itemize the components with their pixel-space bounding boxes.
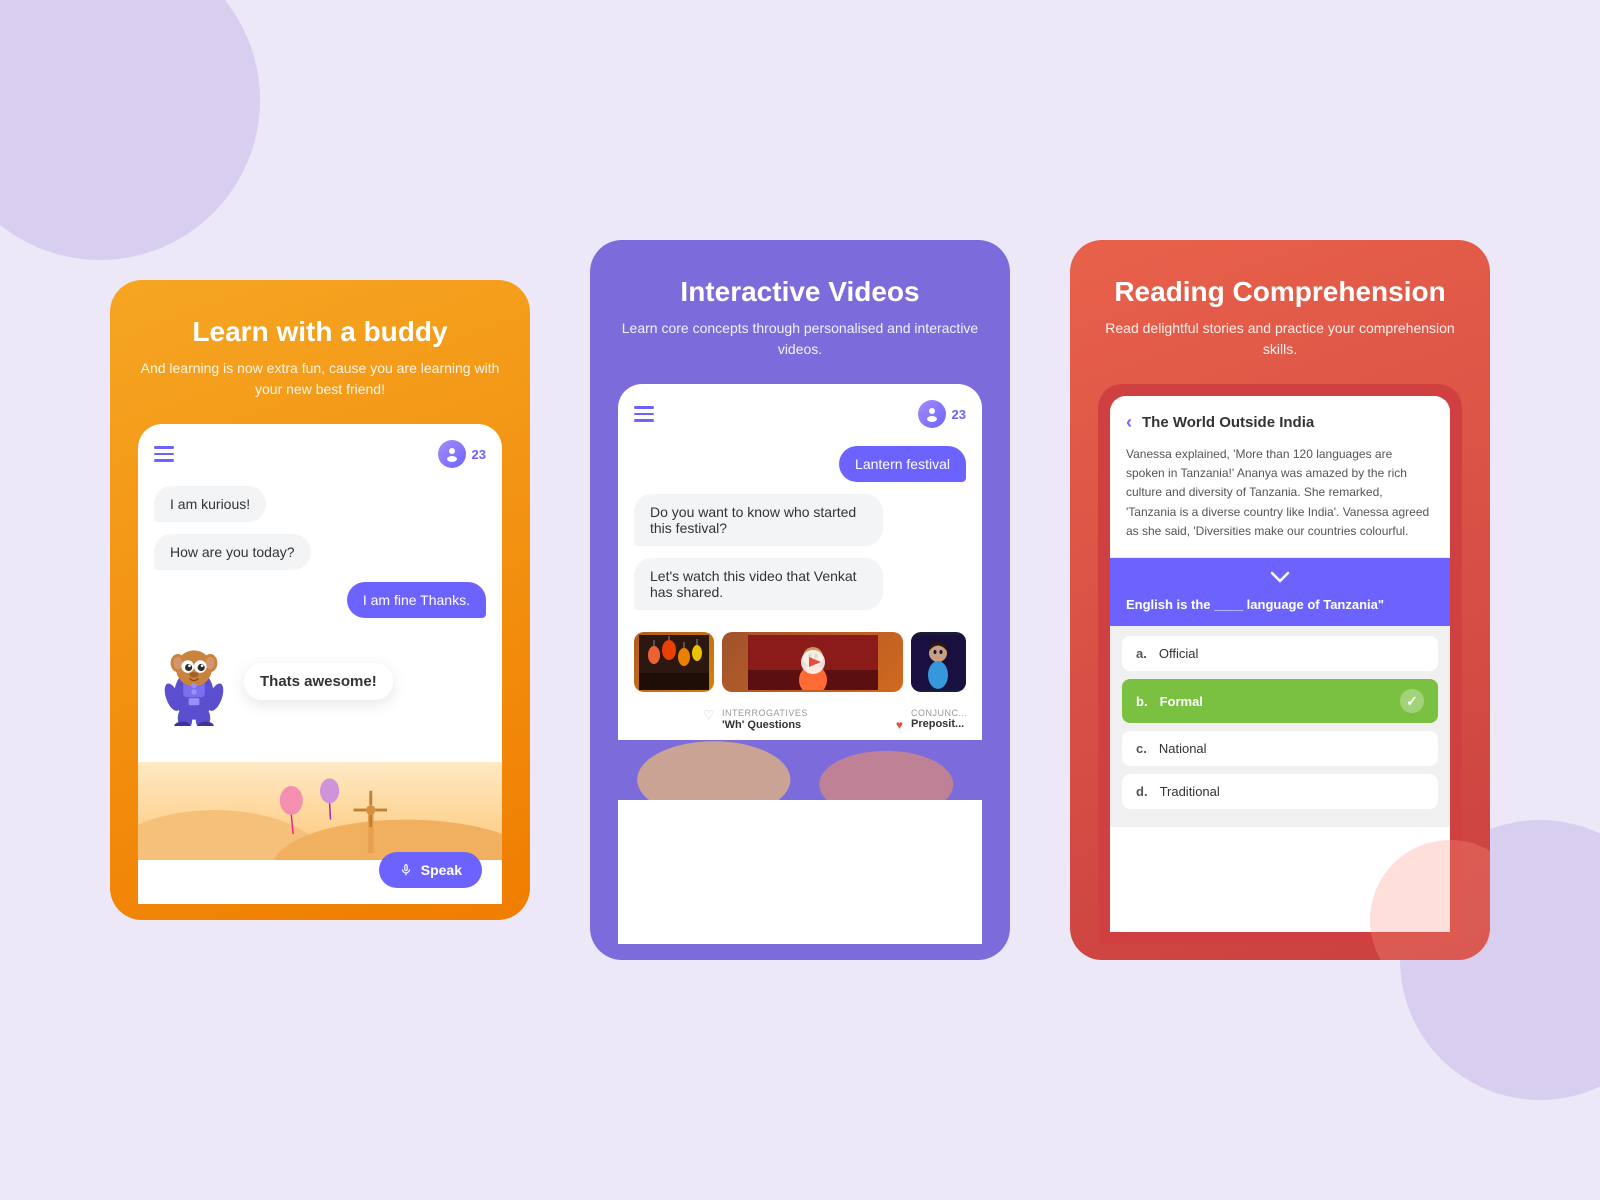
options-area: a. Official b. Formal ✓ c. National <box>1110 626 1450 827</box>
video-label-3: CONJUNC... Preposit... <box>911 708 966 732</box>
videos-phone-mockup: 23 Lantern festival Do you want to know … <box>618 384 982 944</box>
videos-chat-watch: Let's watch this video that Venkat has s… <box>634 558 883 610</box>
video-label-1: ♡ <box>634 708 714 732</box>
option-d[interactable]: d. Traditional <box>1122 774 1438 809</box>
bg-decoration-left <box>0 0 260 260</box>
card-videos: Interactive Videos Learn core concepts t… <box>590 240 1010 960</box>
heart-outline-1[interactable]: ♡ <box>703 708 714 722</box>
card-reading: Reading Comprehension Read delightful st… <box>1070 240 1490 960</box>
reading-title: Reading Comprehension <box>1098 276 1462 308</box>
option-c-text: National <box>1159 741 1207 756</box>
videos-chat-area: Lantern festival Do you want to know who… <box>618 436 982 620</box>
videos-chat-know: Do you want to know who started this fes… <box>634 494 883 546</box>
buddy-phone-mockup: 23 I am kurious! How are you today? I am… <box>138 424 502 904</box>
video-thumb-presenter[interactable] <box>722 632 903 692</box>
mascot-row: Thats awesome! <box>138 628 502 734</box>
checkmark-icon: ✓ <box>1400 689 1424 713</box>
speak-label: Speak <box>421 862 462 878</box>
phone-header: 23 <box>138 424 502 476</box>
back-arrow[interactable]: ‹ <box>1126 412 1132 433</box>
video-label-2: INTERROGATIVES 'Wh' Questions ♥ <box>722 708 903 732</box>
chat-bubble-fine: I am fine Thanks. <box>347 582 486 618</box>
card-buddy: Learn with a buddy And learning is now e… <box>110 280 530 920</box>
video-thumb-girl[interactable] <box>911 632 966 692</box>
videos-chat-lantern: Lantern festival <box>839 446 966 482</box>
option-b[interactable]: b. Formal ✓ <box>1122 679 1438 723</box>
heart-icon-2[interactable]: ♥ <box>896 718 903 732</box>
avatar-circle <box>438 440 466 468</box>
videos-phone-header: 23 <box>618 384 982 436</box>
videos-title: Interactive Videos <box>618 276 982 308</box>
girl-image <box>911 635 966 690</box>
avatar-badge: 23 <box>438 440 486 468</box>
video-labels: ♡ INTERROGATIVES 'Wh' Questions ♥ CONJUN… <box>618 704 982 740</box>
bottom-decoration <box>618 740 982 800</box>
videos-badge-number: 23 <box>952 407 966 422</box>
video-thumb-lanterns[interactable] <box>634 632 714 692</box>
option-b-text: Formal <box>1160 694 1203 709</box>
question-card: English is the ____ language of Tanzania… <box>1110 558 1450 626</box>
video-title-3: Preposit... <box>911 718 966 730</box>
videos-subtitle: Learn core concepts through personalised… <box>618 318 982 360</box>
question-text: English is the ____ language of Tanzania… <box>1126 596 1434 614</box>
reading-subtitle: Read delightful stories and practice you… <box>1098 318 1462 360</box>
option-d-text: Traditional <box>1160 784 1220 799</box>
presenter-image <box>748 635 878 690</box>
videos-avatar-badge: 23 <box>918 400 966 428</box>
videos-avatar-circle <box>918 400 946 428</box>
option-c-letter: c. <box>1136 741 1147 756</box>
option-c[interactable]: c. National <box>1122 731 1438 766</box>
speak-button[interactable]: Speak <box>379 852 482 888</box>
story-header: ‹ The World Outside India <box>1126 412 1434 433</box>
bottom-strip <box>618 740 982 800</box>
option-b-letter: b. <box>1136 694 1148 709</box>
thats-awesome-bubble: Thats awesome! <box>244 663 393 700</box>
story-text: Vanessa explained, 'More than 120 langua… <box>1126 445 1434 541</box>
chat-area: I am kurious! How are you today? I am fi… <box>138 476 502 628</box>
mascot-character <box>154 636 234 726</box>
option-a-letter: a. <box>1136 646 1147 661</box>
scene-landscape <box>138 760 502 860</box>
lantern-image <box>639 635 709 690</box>
chevron-down-icon <box>1270 571 1290 583</box>
story-title: The World Outside India <box>1142 414 1314 431</box>
video-category-3: CONJUNC... <box>911 708 966 718</box>
option-a-text: Official <box>1159 646 1199 661</box>
option-a[interactable]: a. Official <box>1122 636 1438 671</box>
chat-bubble-kurious: I am kurious! <box>154 486 266 522</box>
badge-number: 23 <box>472 447 486 462</box>
chat-bubble-how: How are you today? <box>154 534 311 570</box>
buddy-title: Learn with a buddy <box>138 316 502 348</box>
option-d-letter: d. <box>1136 784 1148 799</box>
main-container: Learn with a buddy And learning is now e… <box>110 240 1490 960</box>
reading-inner: ‹ The World Outside India Vanessa explai… <box>1110 396 1450 932</box>
videos-hamburger-icon[interactable] <box>634 406 654 422</box>
video-category-2: INTERROGATIVES <box>722 708 903 718</box>
hamburger-icon[interactable] <box>154 446 174 462</box>
video-thumbnails <box>618 620 982 704</box>
video-title-2: 'Wh' Questions <box>722 719 801 731</box>
mic-icon <box>399 863 413 877</box>
dropdown-arrow[interactable] <box>1126 570 1434 588</box>
story-card: ‹ The World Outside India Vanessa explai… <box>1110 396 1450 558</box>
buddy-subtitle: And learning is now extra fun, cause you… <box>138 358 502 400</box>
